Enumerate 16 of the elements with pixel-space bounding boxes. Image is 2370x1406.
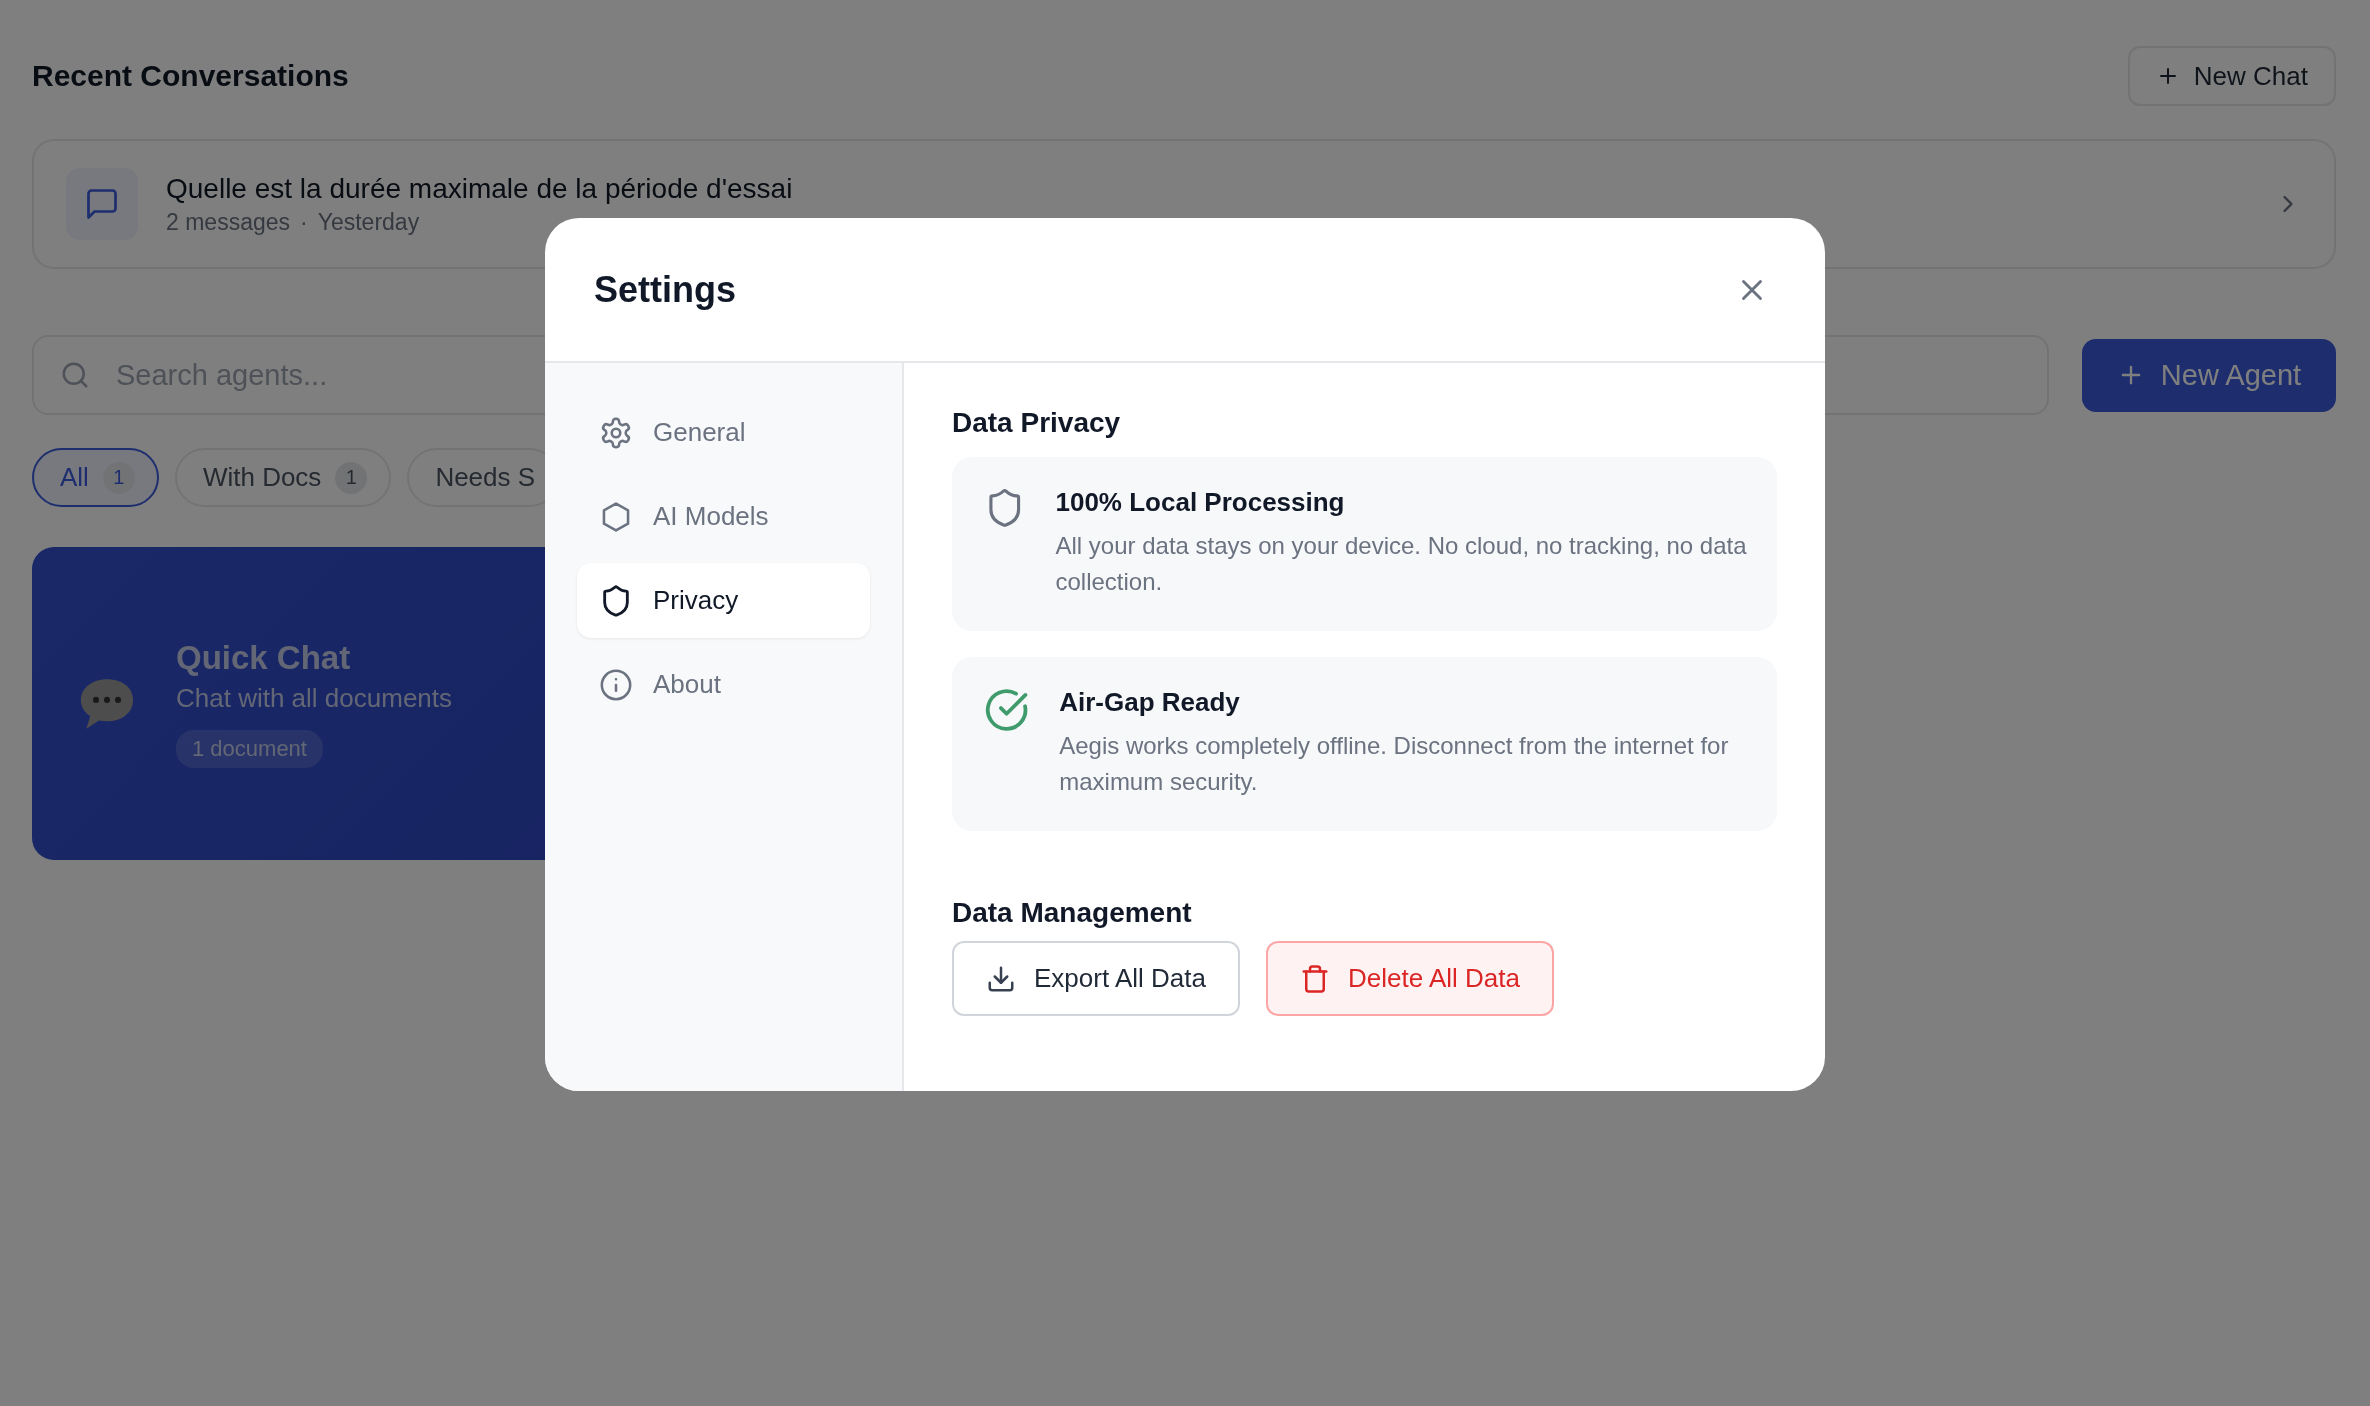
conversation-time: Yesterday (317, 208, 420, 236)
agent-description: Chat with all documents (176, 683, 453, 714)
section-heading: Data Management (952, 897, 1193, 929)
count-badge: 1 (335, 461, 368, 494)
agent-name: Quick Chat (176, 639, 351, 677)
count-badge: 1 (102, 461, 135, 494)
card-title: 100% Local Processing (1055, 487, 1346, 518)
card-description: Aegis works completely offline. Disconnect from the internet for maximum security. (1059, 731, 1730, 797)
separator-dot: · (300, 208, 308, 236)
section-title: Recent Conversations (32, 59, 349, 93)
conversation-title: Quelle est la durée maximale de la période d'essai (166, 172, 794, 205)
dialog-title: Settings (594, 268, 736, 311)
section-heading: Data Privacy (952, 407, 1122, 439)
card-title: Air-Gap Ready (1059, 687, 1241, 718)
card-description: All your data stays on your device. No cloud, no tracking, no data collection. (1055, 531, 1747, 597)
message-count: 2 messages (166, 208, 290, 236)
